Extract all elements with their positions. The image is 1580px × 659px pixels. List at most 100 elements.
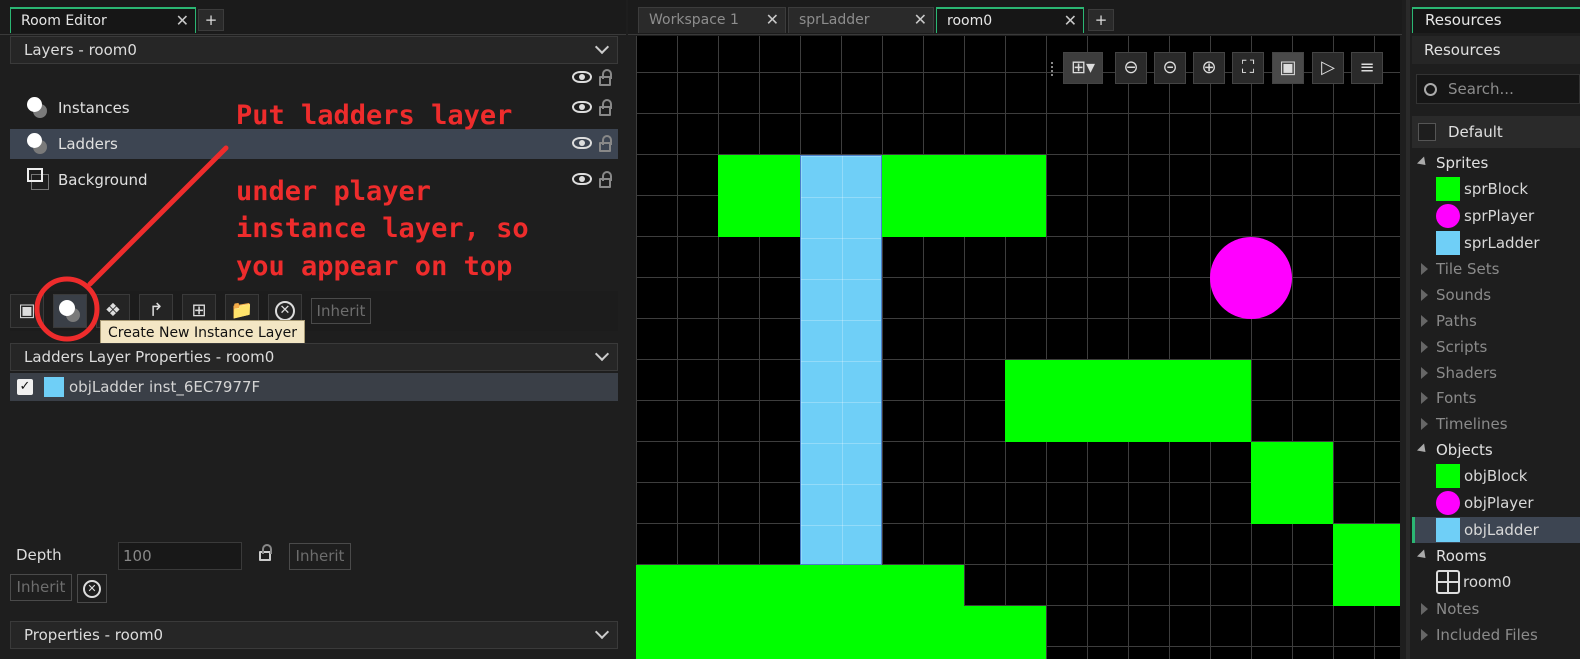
expand-icon	[1416, 156, 1430, 169]
search-field[interactable]: Search...	[1416, 74, 1580, 104]
room-canvas[interactable]: ⊞▾ ⊖ ⊝ ⊕ ⛶ ▣ ▷ ≡	[636, 36, 1400, 659]
annotation-line	[87, 145, 229, 287]
resource-sprblock[interactable]: sprBlock	[1412, 176, 1580, 202]
block-instance[interactable]	[1251, 442, 1333, 524]
resource-objladder[interactable]: objLadder	[1412, 517, 1580, 543]
zoom-out-button[interactable]: ⊖	[1115, 52, 1147, 84]
fit-view-button[interactable]: ⛶	[1232, 52, 1264, 84]
resource-sprladder[interactable]: sprLadder	[1412, 230, 1580, 256]
group-label: Sounds	[1436, 286, 1492, 304]
group-scripts[interactable]: Scripts	[1412, 334, 1580, 360]
resources-tab[interactable]: Resources	[1412, 7, 1580, 33]
layer-properties-header[interactable]: Ladders Layer Properties - room0	[10, 343, 618, 371]
group-label: Rooms	[1436, 547, 1487, 565]
resource-objblock[interactable]: objBlock	[1412, 463, 1580, 489]
tab-sprladder[interactable]: sprLadder ✕	[788, 7, 934, 33]
group-label: Notes	[1436, 600, 1480, 618]
group-included-files[interactable]: Included Files	[1412, 622, 1580, 648]
resource-label: sprLadder	[1464, 234, 1540, 252]
expand-icon	[1421, 289, 1428, 301]
room-icon	[1436, 570, 1460, 594]
tab-room0[interactable]: room0 ✕	[936, 7, 1084, 33]
resources-header: Resources	[1412, 36, 1580, 64]
inherit-button-2[interactable]: Inherit	[10, 574, 72, 601]
annotation-circle	[34, 276, 100, 342]
group-label: Scripts	[1436, 338, 1488, 356]
search-placeholder: Search...	[1448, 80, 1514, 98]
resource-label: objPlayer	[1464, 494, 1534, 512]
group-objects[interactable]: Objects	[1412, 437, 1580, 463]
checkbox[interactable]: ✓	[17, 379, 33, 395]
filter-icon	[1418, 123, 1436, 141]
depth-input[interactable]: 100	[118, 542, 242, 570]
depth-inherit-button[interactable]: Inherit	[289, 543, 351, 570]
group-label: Timelines	[1436, 415, 1508, 433]
expand-icon	[1421, 367, 1428, 379]
group-rooms[interactable]: Rooms	[1412, 543, 1580, 569]
chevron-down-icon[interactable]	[594, 624, 610, 640]
resource-sprplayer[interactable]: sprPlayer	[1412, 203, 1580, 229]
zoom-reset-button[interactable]: ⊝	[1154, 52, 1186, 84]
expand-icon	[1421, 263, 1428, 275]
resource-room0[interactable]: room0	[1412, 569, 1580, 595]
group-paths[interactable]: Paths	[1412, 308, 1580, 334]
expand-icon	[1421, 418, 1428, 430]
ladder-instance[interactable]	[800, 155, 882, 565]
tab-workspace[interactable]: Workspace 1 ✕	[638, 7, 786, 33]
close-circle-button[interactable]: ✕	[77, 574, 107, 603]
block-instance[interactable]	[964, 606, 1046, 659]
group-shaders[interactable]: Shaders	[1412, 360, 1580, 386]
search-icon	[1424, 83, 1437, 96]
block-swatch	[1436, 464, 1460, 488]
group-label: Tile Sets	[1436, 260, 1500, 278]
expand-icon	[1421, 315, 1428, 327]
close-icon[interactable]: ✕	[1064, 9, 1077, 33]
tab-label: sprLadder	[799, 12, 870, 28]
resource-label: sprPlayer	[1464, 207, 1535, 225]
group-label: Shaders	[1436, 364, 1497, 382]
group-label: Paths	[1436, 312, 1477, 330]
resources-tab-label: Resources	[1425, 11, 1502, 29]
expand-icon	[1416, 549, 1430, 562]
play-button[interactable]: ▷	[1312, 52, 1344, 84]
player-swatch	[1436, 491, 1460, 515]
add-tab-button[interactable]: +	[1088, 9, 1114, 31]
expand-icon	[1421, 341, 1428, 353]
lock-icon[interactable]	[259, 544, 272, 561]
block-instance[interactable]	[1005, 360, 1251, 442]
group-tile-sets[interactable]: Tile Sets	[1412, 256, 1580, 282]
group-sounds[interactable]: Sounds	[1412, 282, 1580, 308]
frame-button[interactable]: ▣	[1272, 52, 1304, 84]
group-notes[interactable]: Notes	[1412, 596, 1580, 622]
block-instance[interactable]	[1333, 524, 1400, 606]
expand-icon	[1421, 629, 1428, 641]
block-instance[interactable]	[636, 565, 964, 659]
group-fonts[interactable]: Fonts	[1412, 385, 1580, 411]
group-label: Sprites	[1436, 154, 1489, 172]
resource-label: room0	[1463, 573, 1512, 591]
block-instance[interactable]	[882, 155, 1046, 237]
tab-label: room0	[947, 13, 993, 29]
ladder-swatch	[1436, 231, 1460, 255]
layers-button[interactable]: ≡	[1351, 52, 1383, 84]
instance-id: inst_6EC7977F	[149, 378, 261, 396]
group-label: Objects	[1436, 441, 1493, 459]
default-filter-label: Default	[1448, 123, 1503, 141]
player-instance[interactable]	[1210, 237, 1292, 319]
block-swatch	[1436, 177, 1460, 201]
instance-row[interactable]: ✓ objLadder inst_6EC7977F	[10, 373, 618, 401]
group-label: Fonts	[1436, 389, 1477, 407]
group-sprites[interactable]: Sprites	[1412, 150, 1580, 176]
chevron-down-icon[interactable]	[594, 346, 610, 362]
tab-label: Workspace 1	[649, 12, 739, 28]
grid-toggle-button[interactable]: ⊞▾	[1063, 52, 1103, 84]
default-filter[interactable]: Default	[1412, 116, 1580, 148]
ladder-swatch	[44, 377, 64, 397]
block-instance[interactable]	[718, 155, 800, 237]
zoom-in-button[interactable]: ⊕	[1193, 52, 1225, 84]
room-properties-header[interactable]: Properties - room0	[10, 621, 618, 649]
close-icon[interactable]: ✕	[914, 8, 927, 32]
group-timelines[interactable]: Timelines	[1412, 411, 1580, 437]
resource-objplayer[interactable]: objPlayer	[1412, 490, 1580, 516]
close-icon[interactable]: ✕	[766, 8, 779, 32]
